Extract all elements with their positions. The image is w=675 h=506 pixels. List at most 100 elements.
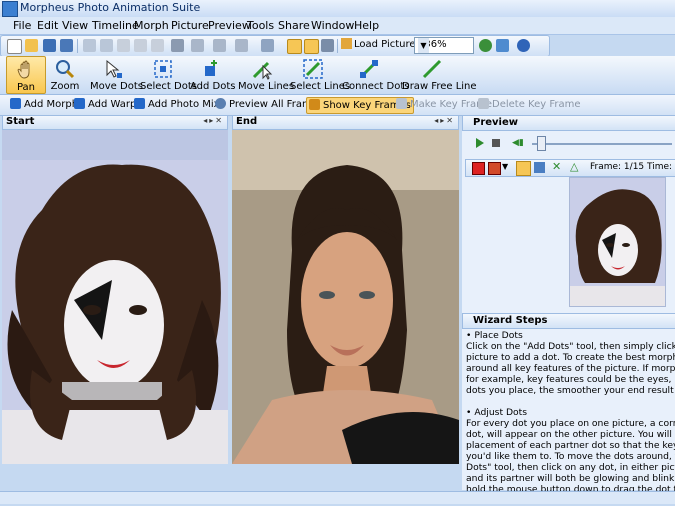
delete-key-icon	[478, 98, 489, 109]
select-lines-button[interactable]: Select Lines	[290, 56, 350, 94]
zoom-tool-button[interactable]: Zoom	[48, 56, 82, 94]
import-icon[interactable]	[171, 39, 184, 52]
end-photo	[232, 130, 459, 464]
timeline-slider-thumb[interactable]	[537, 136, 546, 151]
wizard-line: dots you place, the smoother your end re…	[466, 385, 675, 396]
menu-preview[interactable]: Preview	[208, 19, 251, 32]
triangle-icon[interactable]: △	[570, 160, 578, 173]
connect-dots-button[interactable]: Connect Dots	[342, 56, 410, 94]
move-lines-button[interactable]: Move Lines	[238, 56, 294, 94]
chevron-down-icon[interactable]: ▼	[502, 162, 508, 171]
pan-tool-button[interactable]: Pan	[6, 56, 46, 94]
save-icon[interactable]	[43, 39, 56, 52]
paste-icon[interactable]	[151, 39, 164, 52]
copy-icon[interactable]	[134, 39, 147, 52]
frames-toolbar: Add Morph Add Warp Add Photo Mix Preview…	[0, 95, 675, 116]
menu-bar: File Edit View Timeline Morph Picture Pr…	[0, 17, 675, 35]
undo-icon[interactable]	[83, 39, 96, 52]
delete-key-frame-label: Delete Key Frame	[492, 99, 581, 110]
timeline-slider-track[interactable]	[532, 143, 672, 145]
stop-icon[interactable]	[492, 139, 500, 147]
menu-picture[interactable]: Picture	[171, 19, 209, 32]
menu-timeline[interactable]: Timeline	[92, 19, 139, 32]
separator	[77, 39, 78, 53]
key-icon	[396, 98, 407, 109]
window-title: Morpheus Photo Animation Suite	[20, 1, 201, 14]
menu-tools[interactable]: Tools	[247, 19, 274, 32]
wizard-steps-text: • Place Dots Click on the "Add Dots" too…	[466, 330, 675, 506]
panel-nav-icon[interactable]: ◂▸✕	[434, 116, 455, 125]
open-folder-icon[interactable]	[25, 39, 38, 52]
rewind-icon[interactable]: ◀▮	[512, 138, 524, 148]
dots-view-icon[interactable]	[516, 161, 531, 176]
lines-toggle-icon[interactable]	[304, 39, 319, 54]
key-frames-icon	[309, 99, 320, 110]
add-morph-label: Add Morph	[24, 99, 79, 110]
select-dots-icon	[152, 58, 174, 80]
menu-view[interactable]: View	[62, 19, 88, 32]
load-picture-button[interactable]: Load Picture...	[341, 38, 425, 53]
text-b-icon[interactable]	[213, 39, 226, 52]
dots-toggle-icon[interactable]	[287, 39, 302, 54]
camera-icon[interactable]	[261, 39, 274, 52]
add-warp-label: Add Warp	[88, 99, 137, 110]
delete-key-frame-button[interactable]: Delete Key Frame	[478, 97, 581, 112]
draw-free-line-button[interactable]: Draw Free Line	[402, 56, 477, 94]
redo-icon[interactable]	[100, 39, 113, 52]
cut-icon[interactable]	[117, 39, 130, 52]
add-photo-mix-label: Add Photo Mix	[148, 99, 220, 110]
add-warp-button[interactable]: Add Warp	[74, 97, 136, 112]
menu-help[interactable]: Help	[354, 19, 379, 32]
color-red-icon[interactable]	[472, 162, 485, 175]
panel-nav-icon[interactable]: ◂▸✕	[203, 116, 224, 125]
wizard-title: Wizard Steps	[473, 315, 548, 326]
preview-thumbnail	[569, 177, 666, 307]
wizard-line: for example, key features could be the e…	[466, 374, 675, 385]
add-dots-button[interactable]: Add Dots	[190, 56, 236, 94]
play-icon[interactable]	[476, 138, 484, 148]
mask-icon[interactable]	[321, 39, 334, 52]
chevron-down-icon[interactable]: ▼	[418, 38, 429, 53]
add-photo-mix-button[interactable]: Add Photo Mix	[134, 97, 220, 112]
menu-file[interactable]: File	[13, 19, 31, 32]
frame-info: Frame: 1/15 Time: 0:00	[590, 162, 675, 172]
color-swatch-icon[interactable]	[488, 162, 501, 175]
wizard-line: placement of each partner dot so that th…	[466, 440, 675, 451]
menu-window[interactable]: Window	[311, 19, 354, 32]
text-a-icon[interactable]	[191, 39, 204, 52]
globe-icon[interactable]	[479, 39, 492, 52]
preview-toolbar: ▼ ✕ △ Frame: 1/15 Time: 0:00	[465, 159, 675, 177]
preview-header: Preview	[462, 115, 675, 131]
wizard-line: you'd like them to. To move the dots aro…	[466, 451, 675, 462]
move-dots-button[interactable]: Move Dots	[90, 56, 143, 94]
menu-share[interactable]: Share	[278, 19, 310, 32]
wizard-line: Dots" tool, then click on any dot, in ei…	[466, 462, 675, 473]
lines-view-icon[interactable]: ✕	[552, 160, 561, 173]
share-icon[interactable]	[496, 39, 509, 52]
wizard-line: • Adjust Dots	[466, 407, 528, 418]
help-icon[interactable]	[517, 39, 530, 52]
add-morph-button[interactable]: Add Morph	[10, 97, 78, 112]
start-image[interactable]	[2, 130, 228, 464]
frame-icon[interactable]	[235, 39, 248, 52]
wizard-line: • Place Dots	[466, 330, 523, 341]
app-icon	[2, 1, 18, 17]
wizard-line: dot, will appear on the other picture. Y…	[466, 429, 675, 440]
select-dots-button[interactable]: Select Dots	[140, 56, 197, 94]
right-panel: Preview ◀▮ ▼ ✕ △ Frame: 1/15 Time: 0:00 …	[462, 115, 675, 506]
wizard-line: around all key features of the picture. …	[466, 363, 675, 374]
connect-dots-label: Connect Dots	[342, 81, 410, 92]
menu-morph[interactable]: Morph	[134, 19, 169, 32]
move-icon[interactable]	[534, 162, 545, 173]
menu-edit[interactable]: Edit	[37, 19, 58, 32]
separator	[337, 39, 338, 53]
magnifier-icon	[54, 58, 76, 80]
end-image[interactable]	[232, 130, 459, 464]
move-lines-icon	[251, 58, 273, 80]
new-file-icon[interactable]	[7, 39, 22, 54]
save-all-icon[interactable]	[60, 39, 73, 52]
wizard-line: picture to add a dot. To create the best…	[466, 352, 675, 363]
select-lines-icon	[302, 58, 324, 80]
zoom-select[interactable]: 136% ▼	[414, 37, 474, 54]
wizard-line	[466, 396, 675, 407]
